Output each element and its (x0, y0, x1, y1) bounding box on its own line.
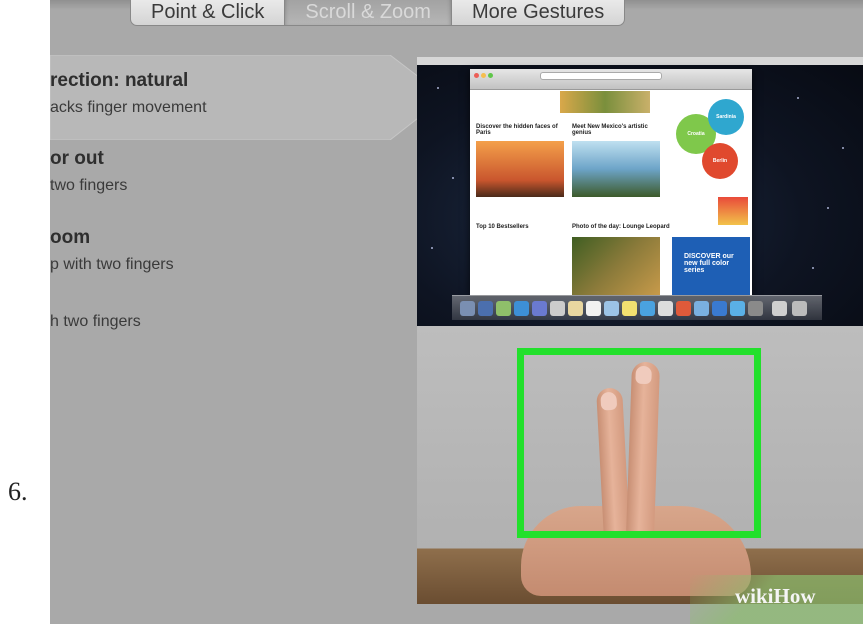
trackpad-demo-photo (417, 326, 863, 604)
gesture-highlight-box (517, 348, 761, 538)
gesture-rotate[interactable]: h two fingers (50, 306, 141, 331)
gesture-description: acks finger movement (50, 99, 207, 116)
destination-circle: Berlin (702, 143, 738, 179)
wikihow-watermark: wikiHow (690, 575, 863, 624)
gesture-zoom-in-out[interactable]: or out two fingers (50, 148, 127, 195)
demo-screen-preview: Discover the hidden faces of Paris Meet … (417, 57, 863, 326)
book-covers (718, 197, 748, 225)
article-heading: Discover the hidden faces of Paris (476, 124, 558, 136)
tab-more-gestures[interactable]: More Gestures (451, 0, 626, 26)
article-heading: Photo of the day: Lounge Leopard (572, 224, 670, 230)
gesture-title: oom (50, 227, 91, 248)
gesture-title: or out (50, 148, 104, 169)
destination-circle: Sardinia (708, 99, 744, 135)
gesture-smart-zoom[interactable]: oom p with two fingers (50, 227, 174, 274)
address-bar (540, 72, 662, 80)
browser-window: Discover the hidden faces of Paris Meet … (470, 69, 752, 295)
gesture-title: rection: natural (50, 70, 189, 91)
gesture-description: two fingers (50, 177, 128, 194)
tab-bar: Point & Click Scroll & Zoom More Gesture… (130, 0, 626, 28)
paris-photo (476, 141, 564, 197)
gesture-scroll-direction[interactable]: rection: natural acks finger movement (50, 70, 207, 117)
watermark-text: wikiHow (735, 584, 816, 608)
gesture-description: h two fingers (50, 313, 141, 330)
gesture-description: p with two fingers (50, 256, 174, 273)
trackpad-preferences-panel: Point & Click Scroll & Zoom More Gesture… (50, 0, 863, 624)
discover-ad: DISCOVER our new full color series (672, 237, 750, 295)
browser-toolbar (470, 69, 752, 90)
mac-menu-bar (417, 57, 863, 65)
ad-text: DISCOVER our new full color series (684, 253, 734, 274)
dock (452, 295, 822, 320)
tab-point-click[interactable]: Point & Click (130, 0, 286, 26)
tab-scroll-zoom[interactable]: Scroll & Zoom (285, 0, 452, 26)
step-number: 6. (8, 477, 28, 506)
leopard-photo (572, 237, 660, 295)
balloon-photo (572, 141, 660, 197)
article-heading: Meet New Mexico's artistic genius (572, 124, 648, 136)
article-heading: Top 10 Bestsellers (476, 224, 529, 230)
